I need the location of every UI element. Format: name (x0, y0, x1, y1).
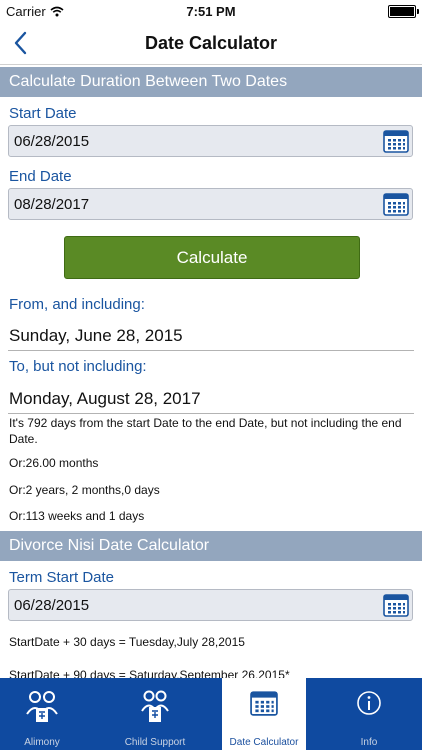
end-date-value: 08/28/2017 (14, 196, 90, 213)
from-label: From, and including: (9, 296, 145, 313)
alimony-icon (26, 691, 58, 722)
tab-label: Info (360, 737, 378, 748)
calendar-icon[interactable] (383, 192, 409, 216)
days-summary: It's 792 days from the start Date to the… (9, 416, 402, 446)
tab-date-calculator[interactable]: Date Calculator (222, 678, 306, 750)
status-time: 7:51 PM (186, 4, 236, 19)
tab-info[interactable]: Info (327, 678, 411, 750)
months-result: Or:26.00 months (9, 456, 99, 470)
to-label: To, but not including: (9, 358, 147, 375)
end-date-field[interactable]: 08/28/2017 (8, 188, 413, 220)
tab-label: Date Calculator (229, 737, 299, 748)
tab-label: Child Support (124, 737, 186, 748)
tab-child-support[interactable]: Child Support (113, 678, 197, 750)
calendar-icon[interactable] (383, 593, 409, 617)
info-icon (357, 691, 381, 715)
ymd-result: Or:2 years, 2 months,0 days (9, 483, 160, 497)
end-date-label: End Date (9, 168, 72, 185)
tab-label: Alimony (24, 737, 60, 748)
child-support-icon (141, 690, 169, 722)
plus-30-days-result: StartDate + 30 days = Tuesday,July 28,20… (9, 635, 245, 649)
term-start-field[interactable]: 06/28/2015 (8, 589, 413, 621)
duration-section-header: Calculate Duration Between Two Dates (0, 67, 422, 97)
start-date-field[interactable]: 06/28/2015 (8, 125, 413, 157)
calendar-icon (250, 691, 278, 716)
tab-alimony[interactable]: Alimony (0, 678, 84, 750)
term-start-label: Term Start Date (9, 569, 115, 586)
to-result: Monday, August 28, 2017 (8, 389, 414, 414)
battery-icon (388, 5, 419, 18)
weeks-result: Or:113 weeks and 1 days (9, 509, 145, 523)
start-date-value: 06/28/2015 (14, 133, 90, 150)
calculate-button[interactable]: Calculate (64, 236, 360, 279)
from-result: Sunday, June 28, 2015 (8, 326, 414, 351)
tab-bar: Alimony Child Support Date Calculator In… (0, 678, 422, 750)
navigation-bar: Date Calculator (0, 22, 422, 65)
start-date-label: Start Date (9, 105, 77, 122)
calendar-icon[interactable] (383, 129, 409, 153)
status-bar: Carrier 7:51 PM (0, 0, 422, 22)
divorce-section-header: Divorce Nisi Date Calculator (0, 531, 422, 561)
term-start-value: 06/28/2015 (14, 597, 90, 614)
page-title: Date Calculator (144, 33, 278, 53)
